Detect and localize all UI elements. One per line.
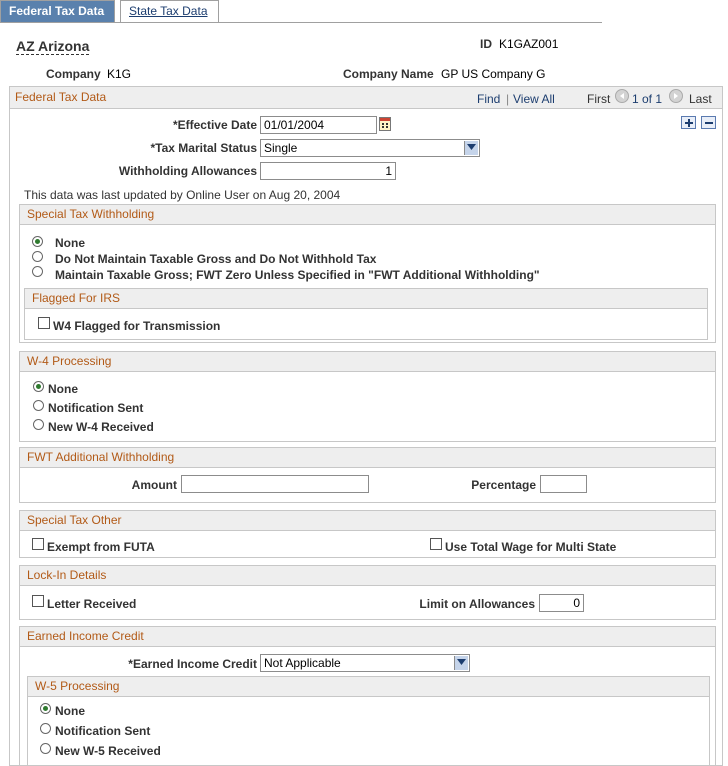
lock-in-header: Lock-In Details [19,565,716,586]
w4-notification-sent-radio[interactable] [33,400,44,411]
withholding-allowances-input[interactable]: 1 [260,162,396,180]
chevron-down-icon[interactable] [464,141,478,155]
fwt-additional-header: FWT Additional Withholding [19,447,716,468]
tax-marital-status-label: *Tax Marital Status [150,141,257,155]
letter-received-label: Letter Received [47,597,137,611]
w4-none-label: None [48,382,78,396]
federal-tax-data-title: Federal Tax Data [15,90,107,104]
use-total-wage-label: Use Total Wage for Multi State [445,540,617,554]
w5-new-received-radio[interactable] [40,743,51,754]
tab-underline [0,22,602,23]
w4-processing-header: W-4 Processing [19,351,716,372]
w5-none-label: None [55,704,85,718]
delete-row-icon[interactable] [701,116,716,129]
tax-marital-status-select[interactable]: Single [260,139,480,157]
calendar-icon[interactable] [379,117,391,131]
company-name-value: GP US Company G [441,67,546,81]
w5-notification-sent-radio[interactable] [40,723,51,734]
effective-date-input[interactable]: 01/01/2004 [260,116,377,134]
last-label: Last [689,92,712,106]
company-label: Company [46,67,101,81]
next-row-icon[interactable] [669,89,683,103]
special-tax-other-header: Special Tax Other [19,510,716,531]
percentage-input[interactable] [540,475,587,493]
stw-maintain-label: Maintain Taxable Gross; FWT Zero Unless … [55,268,540,282]
percentage-label: Percentage [471,478,536,492]
amount-input[interactable] [181,475,369,493]
limit-on-allowances-input[interactable]: 0 [539,594,584,612]
exempt-futa-checkbox[interactable] [32,538,44,550]
stw-none-radio[interactable] [32,236,43,247]
w4-new-received-label: New W-4 Received [48,420,154,434]
company-value: K1G [107,67,132,81]
w4-flagged-label: W4 Flagged for Transmission [53,319,221,333]
eic-value: Not Applicable [264,656,341,670]
special-tax-withholding-header: Special Tax Withholding [19,204,716,225]
tab-federal-tax-data[interactable]: Federal Tax Data [0,0,115,22]
chevron-down-icon[interactable] [454,656,468,670]
add-row-icon[interactable] [681,116,696,129]
flagged-for-irs-header: Flagged For IRS [24,288,708,309]
limit-on-allowances-label: Limit on Allowances [419,597,535,611]
w5-new-received-label: New W-5 Received [55,744,161,758]
company-name-label: Company Name [343,67,434,81]
withholding-allowances-label: Withholding Allowances [118,164,257,178]
w4-new-received-radio[interactable] [33,419,44,430]
exempt-futa-label: Exempt from FUTA [47,540,155,554]
nav-separator: | [506,92,510,106]
row-count: 1 of 1 [632,92,663,106]
tab-state-tax-data[interactable]: State Tax Data [120,0,219,22]
w5-notification-sent-label: Notification Sent [55,724,151,738]
first-label: First [587,92,611,106]
w5-processing-header: W-5 Processing [27,676,710,697]
view-all-link[interactable]: View All [513,92,555,106]
tab-state-tax-data-label: State Tax Data [129,4,208,18]
earned-income-header: Earned Income Credit [19,626,716,647]
effective-date-label: *Effective Date [172,118,257,132]
find-link[interactable]: Find [477,92,500,106]
w4-none-radio[interactable] [33,381,44,392]
w4-notification-sent-label: Notification Sent [48,401,144,415]
eic-label: *Earned Income Credit [128,657,257,671]
amount-label: Amount [131,478,177,492]
id-label: ID [480,37,492,51]
eic-select[interactable]: Not Applicable [260,654,470,672]
id-value: K1GAZ001 [499,37,559,51]
letter-received-checkbox[interactable] [32,595,44,607]
stw-none-label: None [55,236,85,250]
page-title: AZ Arizona [16,38,90,55]
stw-do-not-maintain-radio[interactable] [32,251,43,262]
w4-flagged-checkbox[interactable] [38,317,50,329]
last-updated-text: This data was last updated by Online Use… [24,188,341,202]
use-total-wage-checkbox[interactable] [430,538,442,550]
w5-none-radio[interactable] [40,703,51,714]
tax-marital-status-value: Single [264,141,298,155]
stw-do-not-maintain-label: Do Not Maintain Taxable Gross and Do Not… [55,252,377,266]
previous-row-icon[interactable] [615,89,629,103]
stw-maintain-radio[interactable] [32,266,43,277]
